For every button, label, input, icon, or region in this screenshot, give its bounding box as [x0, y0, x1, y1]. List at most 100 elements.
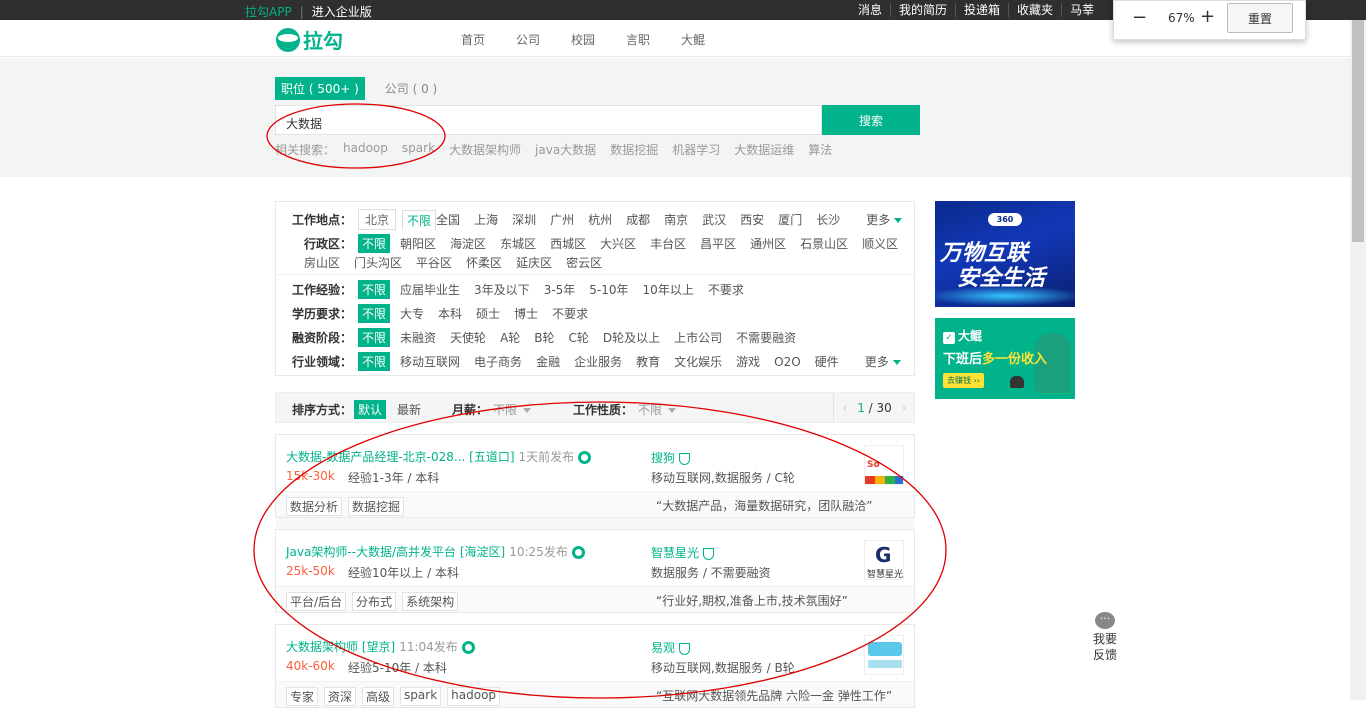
feedback-button[interactable]: 我要反馈	[1092, 612, 1118, 663]
next-page-button[interactable]: ›	[902, 401, 907, 415]
company-name[interactable]: 易观	[651, 641, 675, 655]
more-industries-button[interactable]: 更多	[865, 353, 901, 370]
ad-banner-360[interactable]: 360 万物互联 安全生活	[935, 201, 1075, 307]
education-option[interactable]: 本科	[438, 305, 462, 322]
district-option[interactable]: 昌平区	[700, 235, 736, 252]
experience-option[interactable]: 不要求	[708, 281, 744, 298]
education-option[interactable]: 硕士	[476, 305, 500, 322]
industry-option[interactable]: 文化娱乐	[674, 353, 722, 370]
site-logo[interactable]: 拉勾	[276, 25, 343, 54]
delivery-box-link[interactable]: 投递箱	[955, 3, 1008, 17]
industry-option[interactable]: 移动互联网	[400, 353, 460, 370]
industry-option[interactable]: 硬件	[815, 353, 839, 370]
ad-banner-dakun[interactable]: 大鲲 下班后多一份收入 去赚钱 ››	[935, 318, 1075, 399]
district-option[interactable]: 石景山区	[800, 235, 848, 252]
district-option[interactable]: 怀柔区	[466, 254, 502, 271]
industry-option[interactable]: 电子商务	[474, 353, 522, 370]
nav-yanzhi[interactable]: 言职	[626, 31, 681, 48]
experience-option[interactable]: 3年及以下	[474, 281, 530, 298]
prev-page-button[interactable]: ‹	[842, 401, 847, 415]
district-option[interactable]: 门头沟区	[354, 254, 402, 271]
nav-campus[interactable]: 校园	[571, 31, 626, 48]
company-logo[interactable]: G 智慧星光	[864, 540, 904, 580]
finance-unlimited[interactable]: 不限	[358, 328, 391, 347]
city-select[interactable]: 北京	[358, 209, 397, 230]
related-item[interactable]: 大数据架构师	[449, 141, 521, 158]
company-logo[interactable]	[864, 635, 904, 675]
resume-link[interactable]: 我的简历	[890, 3, 955, 17]
education-unlimited[interactable]: 不限	[358, 304, 391, 323]
job-title[interactable]: 大数据架构师 [望京]	[286, 640, 395, 654]
city-option[interactable]: 长沙	[816, 211, 840, 228]
city-option[interactable]: 全国	[436, 211, 460, 228]
chat-icon[interactable]	[571, 546, 585, 559]
more-cities-button[interactable]: 更多	[866, 211, 902, 228]
related-item[interactable]: hadoop	[343, 141, 388, 158]
city-option[interactable]: 厦门	[778, 211, 802, 228]
related-item[interactable]: 算法	[808, 141, 832, 158]
city-option[interactable]: 西安	[740, 211, 764, 228]
finance-option[interactable]: D轮及以上	[603, 329, 660, 346]
zoom-in-button[interactable]: +	[1200, 6, 1215, 27]
finance-option[interactable]: 未融资	[400, 329, 436, 346]
industry-option[interactable]: O2O	[774, 355, 801, 369]
district-option[interactable]: 通州区	[750, 235, 786, 252]
city-option[interactable]: 广州	[550, 211, 574, 228]
district-option[interactable]: 顺义区	[862, 235, 898, 252]
zoom-out-button[interactable]: −	[1132, 7, 1147, 28]
chat-icon[interactable]	[461, 641, 475, 654]
tab-jobs[interactable]: 职位 ( 500+ )	[275, 77, 365, 100]
city-option[interactable]: 上海	[474, 211, 498, 228]
job-card[interactable]: 大数据-数据产品经理-北京-028... [五道口] 1天前发布 15k-30k …	[275, 434, 915, 518]
company-name[interactable]: 智慧星光	[651, 546, 699, 560]
nav-dakun[interactable]: 大鲲	[681, 31, 736, 48]
app-link[interactable]: 拉勾APP	[245, 3, 292, 20]
finance-option[interactable]: 上市公司	[674, 329, 722, 346]
chat-icon[interactable]	[578, 451, 592, 464]
job-title[interactable]: Java架构师--大数据/高并发平台 [海淀区]	[286, 545, 505, 559]
district-unlimited[interactable]: 不限	[358, 234, 391, 253]
finance-option[interactable]: B轮	[534, 329, 554, 346]
district-option[interactable]: 平谷区	[416, 254, 452, 271]
company-logo[interactable]: So	[864, 445, 904, 485]
district-option[interactable]: 延庆区	[516, 254, 552, 271]
industry-option[interactable]: 企业服务	[574, 353, 622, 370]
job-card[interactable]: Java架构师--大数据/高并发平台 [海淀区] 10:25发布 25k-50k …	[275, 529, 915, 613]
city-option[interactable]: 武汉	[702, 211, 726, 228]
district-option[interactable]: 大兴区	[600, 235, 636, 252]
city-option[interactable]: 深圳	[512, 211, 536, 228]
company-name[interactable]: 搜狗	[651, 451, 675, 465]
finance-option[interactable]: 不需要融资	[736, 329, 796, 346]
district-option[interactable]: 海淀区	[450, 235, 486, 252]
district-option[interactable]: 朝阳区	[400, 235, 436, 252]
search-button[interactable]: 搜索	[822, 105, 920, 135]
jobtype-dropdown[interactable]: 不限	[638, 401, 677, 418]
education-option[interactable]: 大专	[400, 305, 424, 322]
finance-option[interactable]: A轮	[500, 329, 520, 346]
city-option[interactable]: 南京	[664, 211, 688, 228]
sort-newest-button[interactable]: 最新	[397, 401, 421, 418]
experience-option[interactable]: 5-10年	[589, 281, 628, 298]
related-item[interactable]: 机器学习	[672, 141, 720, 158]
district-option[interactable]: 西城区	[550, 235, 586, 252]
industry-unlimited[interactable]: 不限	[358, 352, 391, 371]
related-item[interactable]: 大数据运维	[734, 141, 794, 158]
job-title[interactable]: 大数据-数据产品经理-北京-028... [五道口]	[286, 450, 515, 464]
finance-option[interactable]: C轮	[569, 329, 589, 346]
favorites-link[interactable]: 收藏夹	[1008, 3, 1061, 17]
experience-option[interactable]: 10年以上	[643, 281, 694, 298]
experience-option[interactable]: 应届毕业生	[400, 281, 460, 298]
enterprise-link[interactable]: 进入企业版	[312, 3, 372, 20]
salary-dropdown[interactable]: 不限	[493, 401, 532, 418]
nav-home[interactable]: 首页	[461, 31, 516, 48]
related-item[interactable]: spark	[402, 141, 435, 158]
education-option[interactable]: 不要求	[552, 305, 588, 322]
district-option[interactable]: 密云区	[566, 254, 602, 271]
related-item[interactable]: java大数据	[535, 141, 596, 158]
industry-option[interactable]: 金融	[536, 353, 560, 370]
experience-option[interactable]: 3-5年	[544, 281, 576, 298]
city-unlimited[interactable]: 不限	[402, 209, 437, 230]
messages-link[interactable]: 消息	[858, 3, 890, 17]
related-item[interactable]: 数据挖掘	[610, 141, 658, 158]
industry-option[interactable]: 游戏	[736, 353, 760, 370]
